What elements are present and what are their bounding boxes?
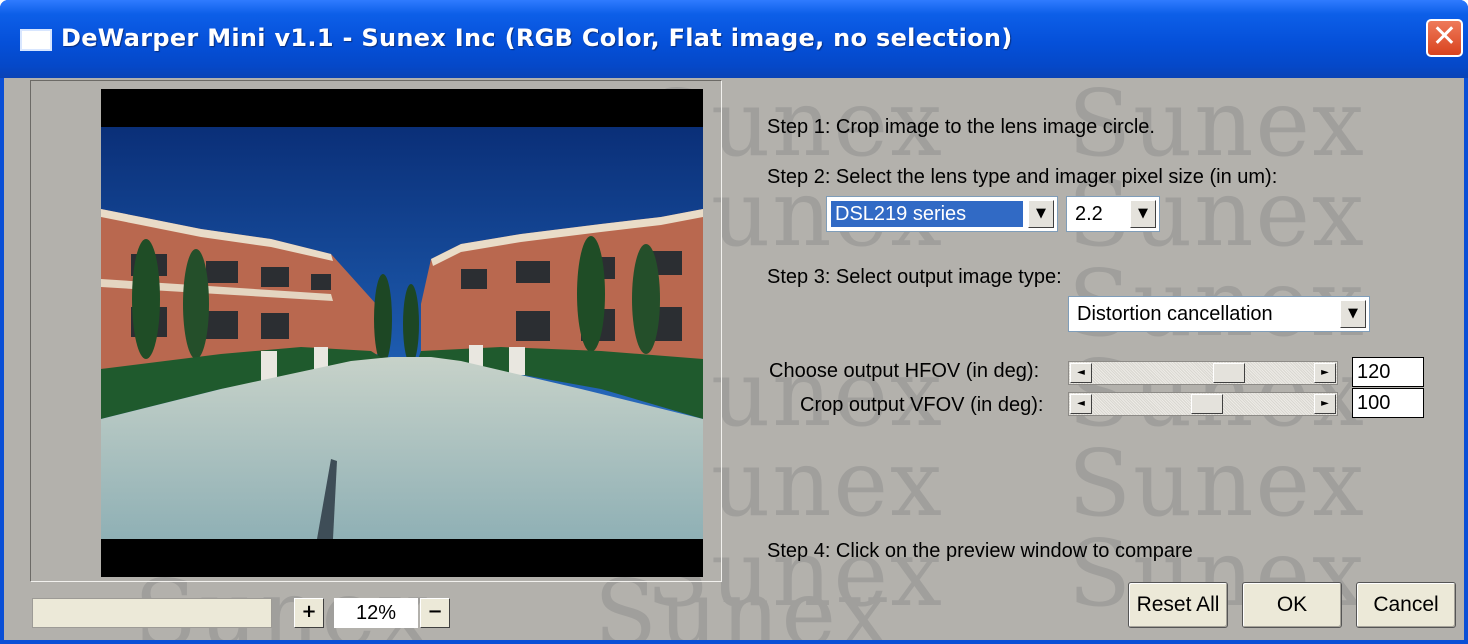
pixel-size-select[interactable]: 2.2 ▼ bbox=[1066, 196, 1160, 232]
window-title: DeWarper Mini v1.1 - Sunex Inc (RGB Colo… bbox=[61, 24, 1013, 52]
dropdown-arrow-icon[interactable]: ▼ bbox=[1130, 200, 1156, 228]
window-icon bbox=[20, 29, 52, 51]
dewarper-window: DeWarper Mini v1.1 - Sunex Inc (RGB Colo… bbox=[0, 0, 1468, 644]
title-bar[interactable]: DeWarper Mini v1.1 - Sunex Inc (RGB Colo… bbox=[0, 0, 1468, 78]
progress-bar bbox=[32, 598, 272, 628]
vfov-slider-thumb[interactable] bbox=[1191, 394, 1223, 414]
close-button[interactable]: ✕ bbox=[1426, 19, 1463, 57]
zoom-out-button[interactable]: − bbox=[420, 598, 450, 628]
hfov-slider[interactable]: ◄ ► bbox=[1068, 361, 1338, 385]
zoom-level: 12% bbox=[334, 598, 418, 628]
scroll-right-icon[interactable]: ► bbox=[1314, 394, 1336, 414]
vfov-label: Crop output VFOV (in deg): bbox=[800, 394, 1044, 416]
hfov-input[interactable]: 120 bbox=[1352, 357, 1424, 387]
output-type-select[interactable]: Distortion cancellation ▼ bbox=[1068, 296, 1370, 332]
output-type-value: Distortion cancellation bbox=[1077, 303, 1273, 325]
scroll-left-icon[interactable]: ◄ bbox=[1070, 363, 1092, 383]
step2-label: Step 2: Select the lens type and imager … bbox=[767, 166, 1278, 188]
zoom-in-button[interactable]: + bbox=[294, 598, 324, 628]
dropdown-arrow-icon[interactable]: ▼ bbox=[1340, 300, 1366, 328]
step1-label: Step 1: Crop image to the lens image cir… bbox=[767, 116, 1155, 138]
vfov-input[interactable]: 100 bbox=[1352, 388, 1424, 418]
lens-type-select[interactable]: DSL219 series ▼ bbox=[826, 196, 1058, 232]
preview-panel[interactable] bbox=[30, 80, 722, 582]
dropdown-arrow-icon[interactable]: ▼ bbox=[1028, 200, 1054, 228]
dewarped-photo bbox=[101, 89, 703, 577]
watermark-text: Sunex bbox=[1068, 430, 1366, 537]
dialog-client-area: Sunex Sunex Sunex Sunex Sunex Sunex Sune… bbox=[4, 78, 1464, 640]
lens-type-value: DSL219 series bbox=[831, 201, 1023, 227]
ok-button[interactable]: OK bbox=[1242, 582, 1342, 628]
window-frame-bottom bbox=[0, 640, 1468, 644]
hfov-label: Choose output HFOV (in deg): bbox=[769, 360, 1040, 382]
reset-all-button[interactable]: Reset All bbox=[1128, 582, 1228, 628]
step3-label: Step 3: Select output image type: bbox=[767, 266, 1062, 288]
step4-label: Step 4: Click on the preview window to c… bbox=[767, 540, 1193, 562]
pixel-size-value: 2.2 bbox=[1075, 203, 1103, 225]
scroll-left-icon[interactable]: ◄ bbox=[1070, 394, 1092, 414]
vfov-slider[interactable]: ◄ ► bbox=[1068, 392, 1338, 416]
scroll-right-icon[interactable]: ► bbox=[1314, 363, 1336, 383]
hfov-slider-thumb[interactable] bbox=[1213, 363, 1245, 383]
cancel-button[interactable]: Cancel bbox=[1356, 582, 1456, 628]
preview-image[interactable] bbox=[101, 89, 703, 577]
